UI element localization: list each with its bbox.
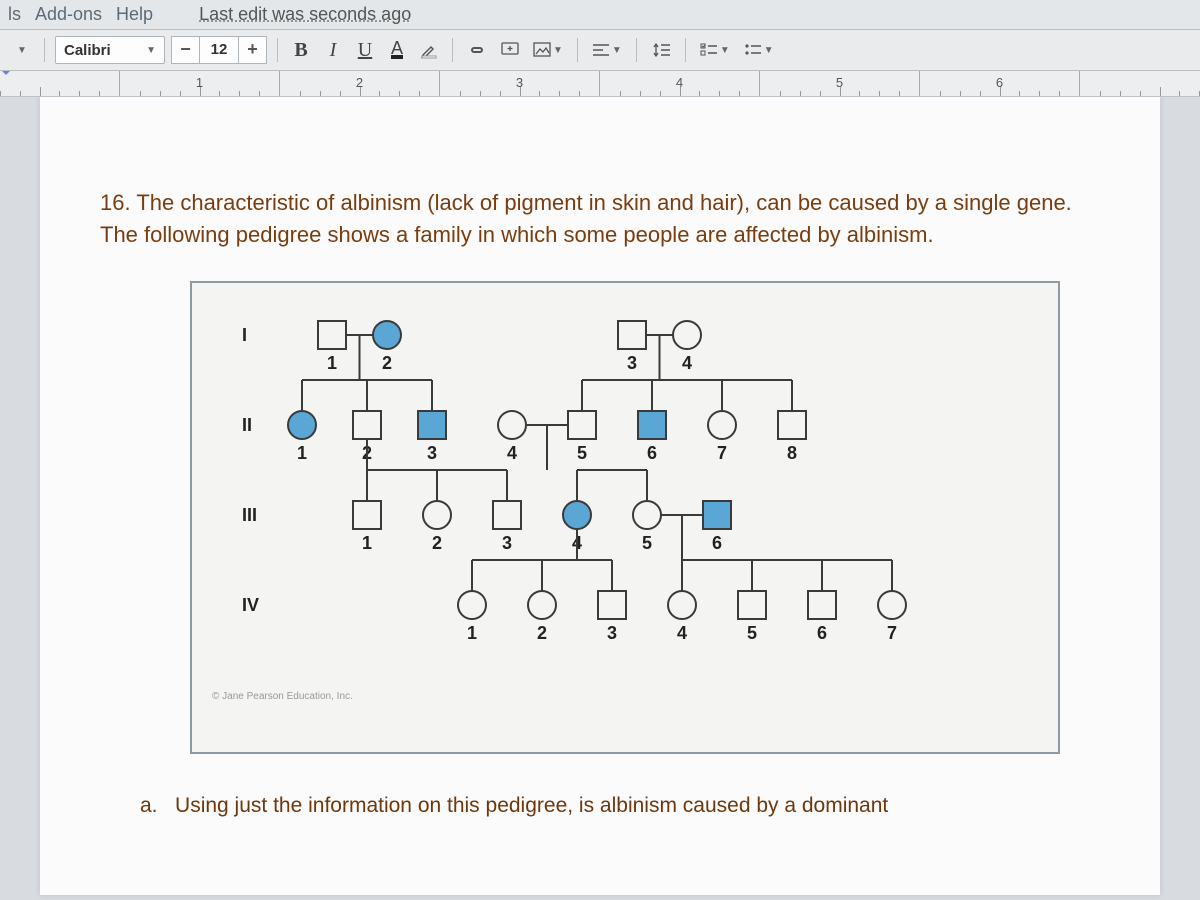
bold-button[interactable]: B [288, 37, 314, 63]
question-text[interactable]: 16. The characteristic of albinism (lack… [100, 187, 1100, 251]
svg-text:1: 1 [467, 623, 477, 643]
sub-question-text[interactable]: a. Using just the information on this pe… [140, 794, 1100, 818]
toolbar-separator [277, 38, 278, 62]
bulleted-list-button[interactable]: ▼ [740, 37, 778, 63]
toolbar-separator [577, 38, 578, 62]
line-spacing-button[interactable] [647, 37, 675, 63]
svg-text:4: 4 [507, 443, 517, 463]
svg-text:7: 7 [717, 443, 727, 463]
svg-text:I: I [242, 325, 247, 345]
svg-text:3: 3 [427, 443, 437, 463]
svg-text:1: 1 [327, 353, 337, 373]
toolbar-separator [452, 38, 453, 62]
svg-text:5: 5 [747, 623, 757, 643]
menu-item-addons[interactable]: Add-ons [35, 4, 102, 25]
svg-text:4: 4 [682, 353, 692, 373]
svg-text:3: 3 [502, 533, 512, 553]
svg-text:2: 2 [432, 533, 442, 553]
checklist-button[interactable]: ▼ [696, 37, 734, 63]
horizontal-ruler[interactable]: 123456 [0, 71, 1200, 97]
svg-text:3: 3 [607, 623, 617, 643]
font-family-value: Calibri [64, 42, 111, 59]
font-size-input[interactable]: 12 [199, 36, 239, 64]
menu-bar: ls Add-ons Help Last edit was seconds ag… [0, 0, 1200, 29]
svg-text:5: 5 [642, 533, 652, 553]
question-number: 16. [100, 190, 131, 215]
menu-item-help[interactable]: Help [116, 4, 153, 25]
toolbar-separator [636, 38, 637, 62]
sub-question-letter: a. [140, 794, 158, 817]
pedigree-diagram: IIIIIIIV1234123456781234561234567 [212, 295, 932, 685]
bullet-list-icon [744, 43, 762, 57]
menu-item-tools-fragment[interactable]: ls [8, 4, 21, 25]
svg-text:2: 2 [537, 623, 547, 643]
svg-text:6: 6 [647, 443, 657, 463]
align-left-icon [592, 43, 610, 57]
chevron-down-icon: ▼ [146, 45, 156, 56]
insert-image-button[interactable]: ▼ [529, 37, 567, 63]
svg-text:3: 3 [627, 353, 637, 373]
svg-text:5: 5 [577, 443, 587, 463]
chevron-down-icon: ▼ [612, 45, 622, 56]
chevron-down-icon: ▼ [553, 45, 563, 56]
checklist-icon [700, 43, 718, 57]
align-button[interactable]: ▼ [588, 37, 626, 63]
svg-text:7: 7 [887, 623, 897, 643]
font-family-select[interactable]: Calibri ▼ [55, 36, 165, 64]
highlighter-icon [420, 41, 438, 59]
comment-plus-icon [501, 41, 519, 59]
insert-comment-button[interactable] [497, 37, 523, 63]
toolbar-separator [44, 38, 45, 62]
svg-text:6: 6 [817, 623, 827, 643]
link-icon [467, 43, 487, 57]
svg-text:6: 6 [712, 533, 722, 553]
image-icon [533, 42, 551, 58]
highlight-color-button[interactable] [416, 37, 442, 63]
svg-text:8: 8 [787, 443, 797, 463]
document-canvas[interactable]: 16. The characteristic of albinism (lack… [0, 97, 1200, 895]
chevron-down-icon: ▼ [764, 45, 774, 56]
svg-text:1: 1 [297, 443, 307, 463]
document-page[interactable]: 16. The characteristic of albinism (lack… [40, 97, 1160, 895]
figure-copyright: © Jane Pearson Education, Inc. [212, 691, 1038, 702]
styles-dropdown[interactable]: ▼ [8, 37, 34, 63]
formatting-toolbar: ▼ Calibri ▼ − 12 + B I U A ▼ ▼ ▼ [0, 29, 1200, 71]
svg-text:1: 1 [362, 533, 372, 553]
font-size-increase[interactable]: + [239, 36, 267, 64]
sub-question-body: Using just the information on this pedig… [175, 794, 888, 817]
svg-text:II: II [242, 415, 252, 435]
line-spacing-icon [651, 42, 671, 58]
underline-button[interactable]: U [352, 37, 378, 63]
pedigree-figure: IIIIIIIV1234123456781234561234567 © Jane… [190, 281, 1060, 754]
svg-text:III: III [242, 505, 257, 525]
last-edit-link[interactable]: Last edit was seconds ago [199, 4, 411, 25]
svg-text:4: 4 [677, 623, 687, 643]
text-color-button[interactable]: A [384, 37, 410, 63]
font-size-decrease[interactable]: − [171, 36, 199, 64]
toolbar-separator [685, 38, 686, 62]
insert-link-button[interactable] [463, 37, 491, 63]
chevron-down-icon: ▼ [720, 45, 730, 56]
italic-button[interactable]: I [320, 37, 346, 63]
svg-text:IV: IV [242, 595, 259, 615]
font-size-group: − 12 + [171, 36, 267, 64]
svg-text:2: 2 [382, 353, 392, 373]
question-body: The characteristic of albinism (lack of … [100, 190, 1072, 247]
